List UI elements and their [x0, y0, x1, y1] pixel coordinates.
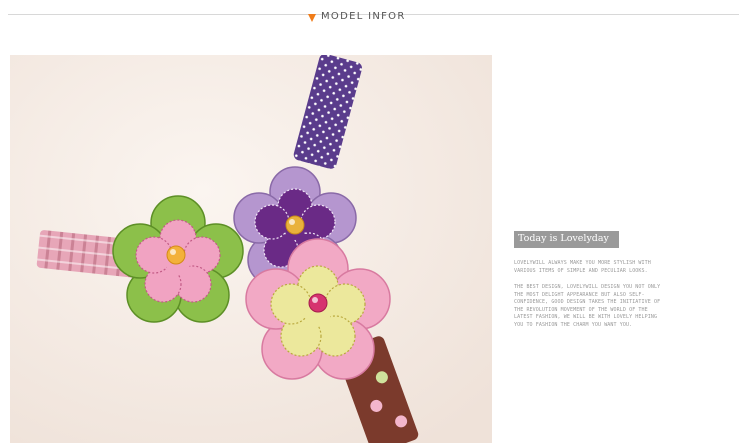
description-panel: Today is Lovelyday LOVELYWILL ALWAYS MAK…	[514, 226, 674, 329]
description-paragraph-1: LOVELYWILL ALWAYS MAKE YOU MORE STYLISH …	[514, 260, 651, 274]
description-paragraph-2: THE BEST DESIGN, LOVELYWILL DESIGN YOU N…	[514, 284, 661, 328]
tagline-badge: Today is Lovelyday	[514, 231, 619, 248]
section-title: MODEL INFOR	[321, 11, 406, 22]
product-photo	[10, 55, 492, 443]
hair-clips-image	[10, 55, 492, 443]
section-header: MODEL INFOR	[308, 11, 406, 22]
triangle-down-icon	[308, 13, 316, 22]
